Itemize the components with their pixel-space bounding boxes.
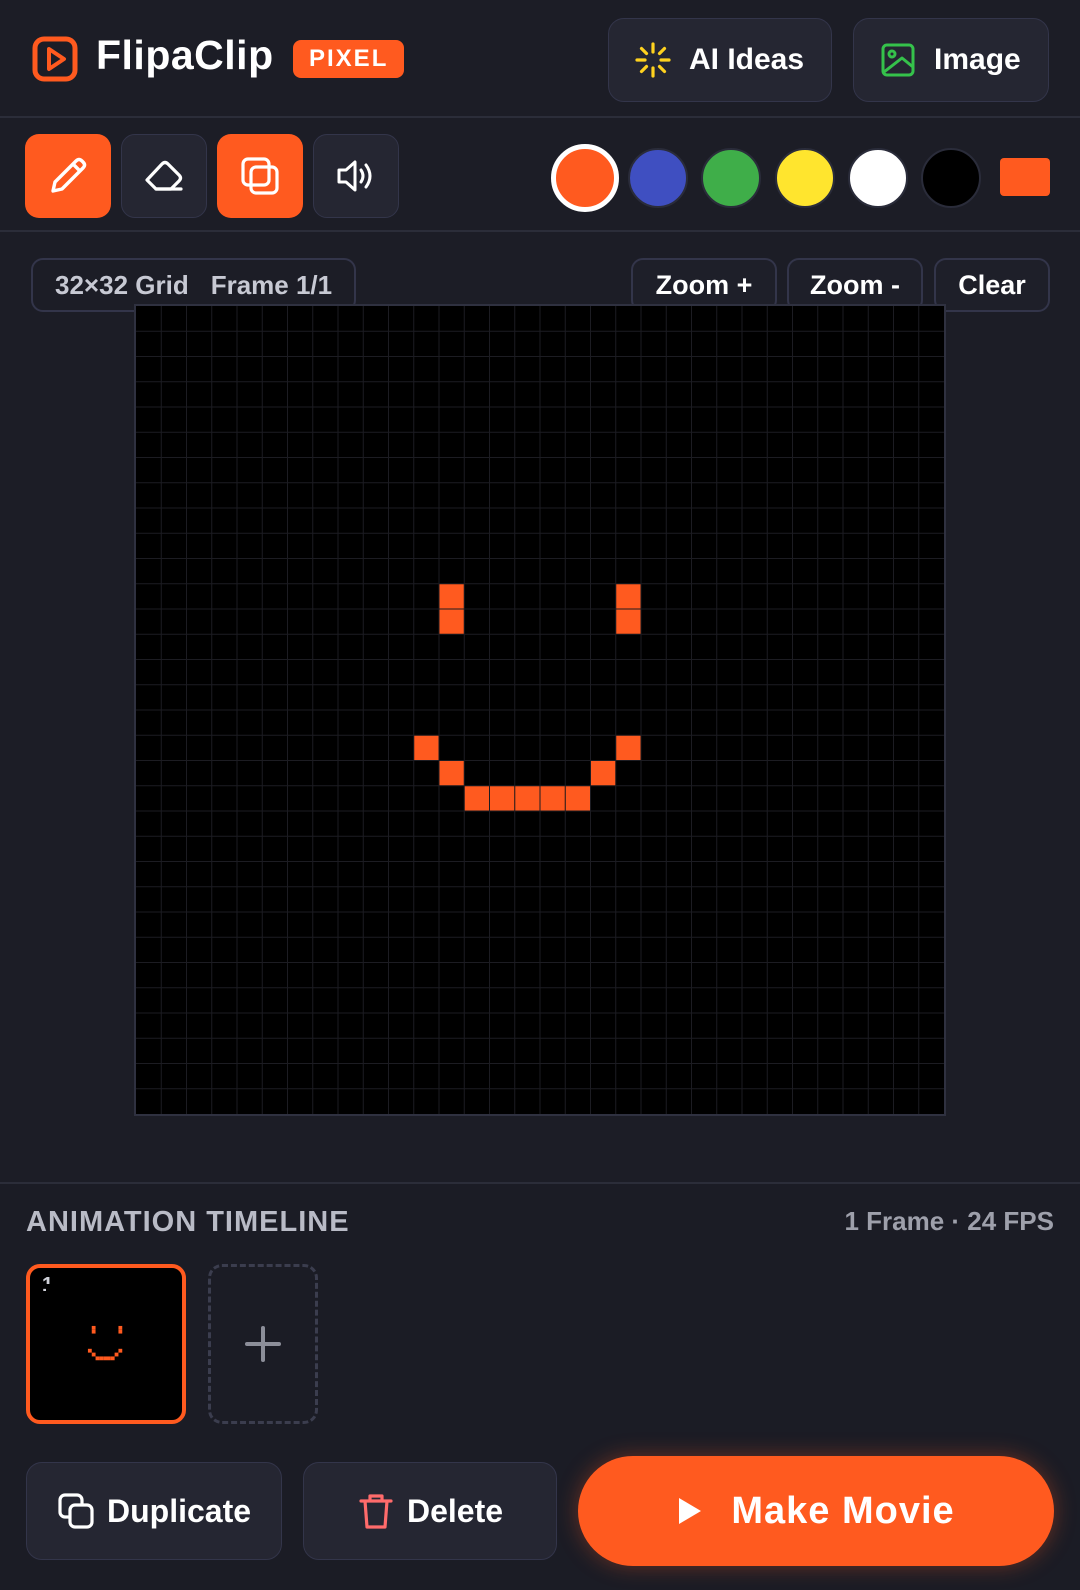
thumb-pixel-8 <box>95 1356 100 1361</box>
delete-label: Delete <box>406 1492 504 1529</box>
pencil-tool-button[interactable] <box>25 134 111 218</box>
frame-counter: Frame 1/1 <box>210 269 333 300</box>
color-swatch-white[interactable] <box>848 148 908 208</box>
pixel-0[interactable] <box>439 584 464 609</box>
add-frame-button[interactable] <box>208 1264 318 1424</box>
pixel-12[interactable] <box>565 786 590 811</box>
pixel-grid[interactable] <box>136 306 944 1114</box>
toolbar <box>0 118 1080 232</box>
thumb-pixel-4 <box>87 1348 92 1353</box>
layers-icon <box>241 157 279 195</box>
pixel-10[interactable] <box>515 786 540 811</box>
color-swatch-black[interactable] <box>921 148 981 208</box>
image-label: Image <box>934 43 1021 76</box>
thumb-pixel-11 <box>107 1356 111 1361</box>
pixel-1[interactable] <box>439 609 464 634</box>
play-icon <box>677 1496 703 1526</box>
ai-ideas-button[interactable]: AI Ideas <box>608 18 832 102</box>
duplicate-label: Duplicate <box>106 1492 252 1529</box>
duplicate-icon <box>57 1492 95 1530</box>
grid-size-label: 32×32 Grid <box>55 269 189 300</box>
thumb-pixel-9 <box>99 1356 104 1361</box>
pixel-4[interactable] <box>414 735 439 760</box>
pixel-3[interactable] <box>616 609 641 634</box>
sound-icon <box>337 160 372 192</box>
image-icon <box>880 42 916 78</box>
pixel-7[interactable] <box>591 761 616 786</box>
thumb-pixel-12 <box>110 1356 115 1361</box>
make-movie-button[interactable]: Make Movie <box>578 1456 1054 1566</box>
timeline-title: ANIMATION TIMELINE <box>26 1206 350 1238</box>
onion-skin-layers-button[interactable] <box>217 134 303 218</box>
thumb-pixel-2 <box>118 1325 123 1330</box>
eraser-icon <box>145 160 183 191</box>
sparkle-icon <box>635 42 671 78</box>
color-swatch-green[interactable] <box>701 148 761 208</box>
pixel-2[interactable] <box>616 584 641 609</box>
header: FlipaClip PIXEL AI Ideas Image <box>0 0 1080 118</box>
logo-icon <box>32 36 78 82</box>
app: FlipaClip PIXEL AI Ideas Image 32×32 Gri… <box>0 0 1080 1590</box>
pixel-6[interactable] <box>439 761 464 786</box>
thumb-pixel-1 <box>91 1329 96 1334</box>
thumb-pixel-6 <box>91 1352 96 1357</box>
ai-ideas-label: AI Ideas <box>689 43 805 76</box>
thumb-pixel-0 <box>91 1325 96 1330</box>
trash-icon <box>357 1492 395 1530</box>
frame-preview <box>46 1284 168 1406</box>
pencil-icon <box>51 157 87 193</box>
app-name: FlipaClip <box>96 32 274 78</box>
duplicate-button[interactable]: Duplicate <box>26 1462 282 1560</box>
thumb-pixel-10 <box>103 1356 107 1361</box>
timeline-info: 1 Frame · 24 FPS <box>844 1206 1054 1236</box>
pixel-8[interactable] <box>464 786 489 811</box>
image-button[interactable]: Image <box>853 18 1049 102</box>
plus-icon <box>245 1326 281 1362</box>
pixel-9[interactable] <box>490 786 515 811</box>
pixel-11[interactable] <box>540 786 565 811</box>
thumb-pixel-7 <box>114 1352 119 1357</box>
pixel-badge: PIXEL <box>293 40 405 78</box>
thumb-pixel-5 <box>118 1348 123 1353</box>
animation-timeline: ANIMATION TIMELINE 1 Frame · 24 FPS 1 Du… <box>0 1182 1080 1590</box>
pixel-5[interactable] <box>616 735 641 760</box>
frame-thumbnail[interactable]: 1 <box>26 1264 186 1424</box>
make-movie-label: Make Movie <box>731 1489 955 1532</box>
delete-button[interactable]: Delete <box>303 1462 557 1560</box>
color-swatch-yellow[interactable] <box>775 148 835 208</box>
custom-color-picker[interactable] <box>1000 158 1050 196</box>
sound-button[interactable] <box>313 134 399 218</box>
pixel-canvas[interactable] <box>134 304 946 1116</box>
eraser-tool-button[interactable] <box>121 134 207 218</box>
color-swatch-blue[interactable] <box>628 148 688 208</box>
color-swatch-orange[interactable] <box>551 144 619 212</box>
thumb-pixel-3 <box>118 1329 123 1334</box>
clear-button[interactable]: Clear <box>934 258 1050 312</box>
